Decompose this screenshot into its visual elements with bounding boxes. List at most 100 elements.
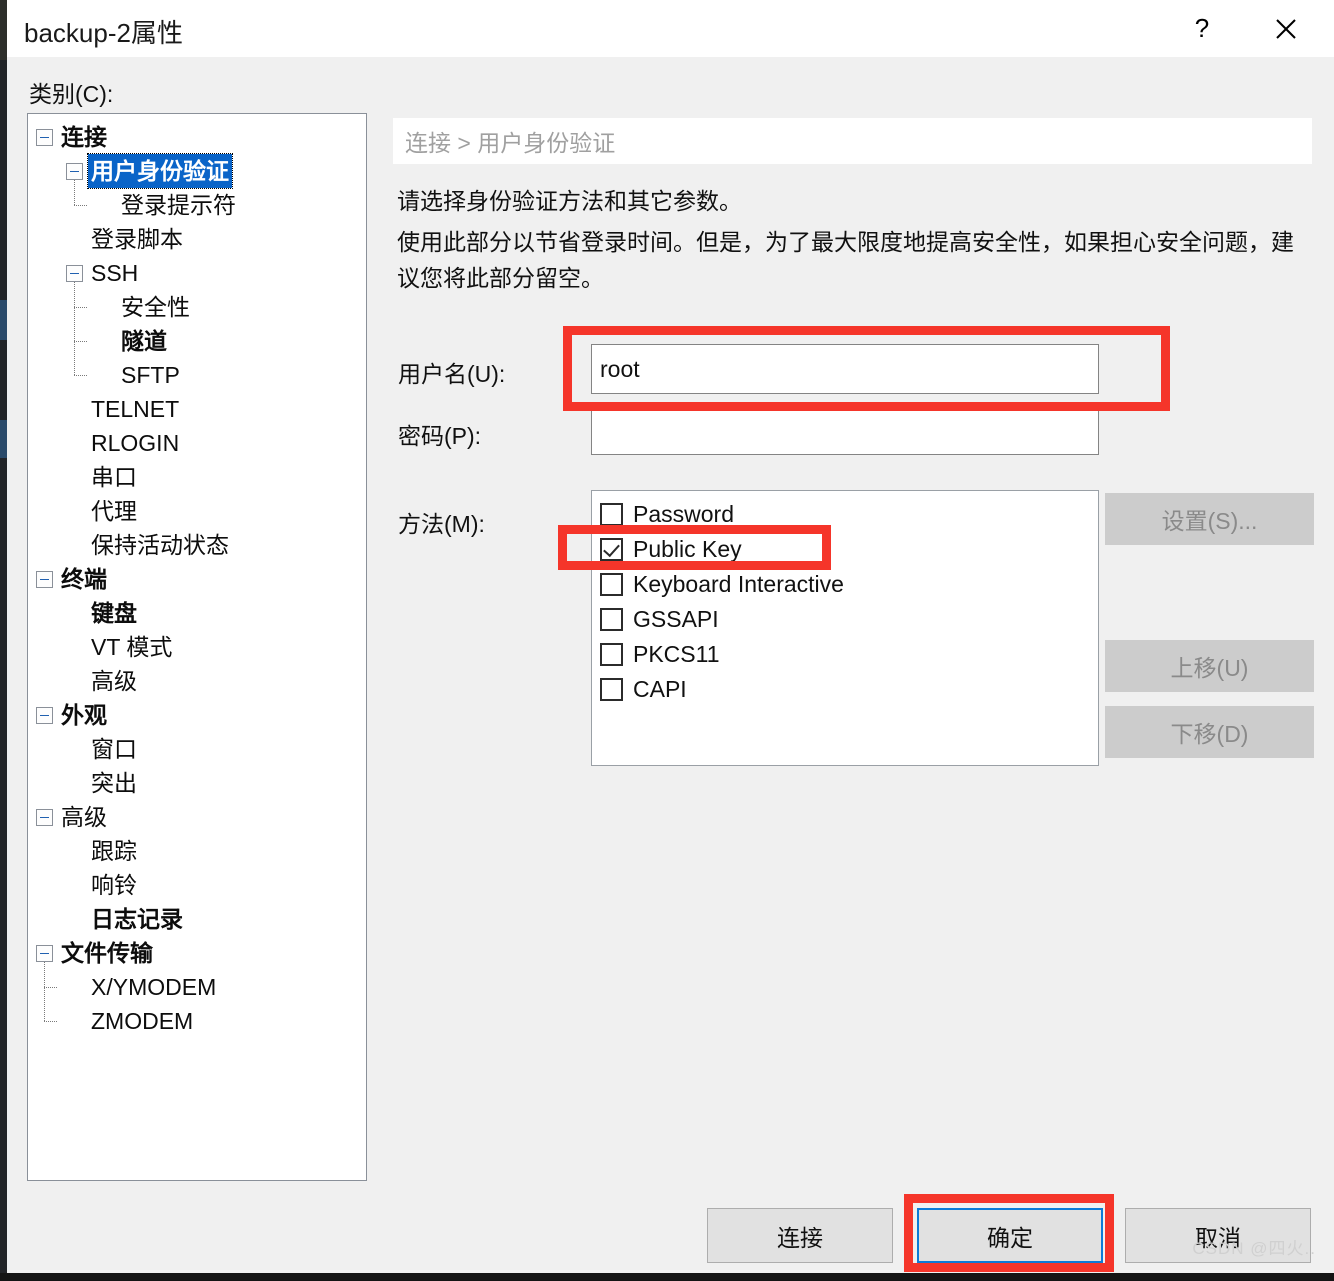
checkbox-pkcs11[interactable] (600, 643, 623, 666)
tree-expander-collapse-icon[interactable] (36, 570, 53, 588)
tree-item[interactable]: 连接 (28, 120, 366, 154)
checkbox-password[interactable] (600, 503, 623, 526)
help-icon[interactable]: ? (1162, 0, 1242, 57)
tree-item-label: TELNET (91, 396, 180, 422)
tree-item[interactable]: 突出 (28, 766, 366, 800)
settings-button[interactable]: 设置(S)... (1105, 493, 1314, 545)
tree-item[interactable]: 键盘 (28, 596, 366, 630)
tree-expander-collapse-icon[interactable] (36, 944, 53, 962)
tree-item[interactable]: 窗口 (28, 732, 366, 766)
tree-guide-line (74, 180, 76, 205)
tree-expander-collapse-icon[interactable] (36, 128, 53, 146)
tree-item[interactable]: 高级 (28, 800, 366, 834)
checkbox-public-key[interactable] (600, 538, 623, 561)
tree-item-label: RLOGIN (91, 430, 180, 456)
move-up-button[interactable]: 上移(U) (1105, 640, 1314, 692)
tree-item[interactable]: 代理 (28, 494, 366, 528)
tree-expander-collapse-icon[interactable] (36, 706, 53, 724)
tree-item-label: 连接 (61, 124, 107, 150)
background-strip (0, 300, 7, 340)
tree-guide-tick (74, 375, 87, 377)
checkbox-keyboard-interactive[interactable] (600, 573, 623, 596)
screen-root: backup-2属性 ? 类别(C): 连接 用户身份验证 登录提示符 登录脚本 SSH… (0, 0, 1334, 1281)
method-label: CAPI (633, 676, 687, 702)
description-line-2: 使用此部分以节省登录时间。但是，为了最大限度地提高安全性，如果担心安全问题，建议… (397, 229, 1294, 291)
tree-item-label: 跟踪 (91, 838, 137, 864)
breadcrumb-bar: 连接 > 用户身份验证 (393, 118, 1312, 164)
tree-guide-tick (74, 205, 87, 207)
method-label: PKCS11 (633, 641, 720, 667)
tree-item-label: ZMODEM (91, 1008, 194, 1034)
move-down-button[interactable]: 下移(D) (1105, 706, 1314, 758)
tree-guide-line (44, 962, 46, 1021)
method-row[interactable]: CAPI (592, 672, 1098, 707)
method-list[interactable]: Password Public Key Keyboard Interactive GS… (591, 490, 1099, 766)
tree-expander-collapse-icon[interactable] (36, 808, 53, 826)
method-row[interactable]: PKCS11 (592, 637, 1098, 672)
method-row[interactable]: GSSAPI (592, 602, 1098, 637)
tree-item[interactable]: 文件传输 (28, 936, 366, 970)
tree-item[interactable]: TELNET (28, 392, 366, 426)
tree-item[interactable]: RLOGIN (28, 426, 366, 460)
title-bar: backup-2属性 ? (7, 0, 1334, 57)
tree-item-label: 响铃 (91, 872, 137, 898)
username-input[interactable] (591, 344, 1099, 394)
tree-item[interactable]: SSH (28, 256, 366, 290)
method-row[interactable]: Password (592, 497, 1098, 532)
tree-expander-collapse-icon[interactable] (66, 264, 83, 282)
tree-item[interactable]: 日志记录 (28, 902, 366, 936)
tree-item[interactable]: 用户身份验证 (28, 153, 366, 189)
checkbox-gssapi[interactable] (600, 608, 623, 631)
tree-item-label: 代理 (91, 498, 137, 524)
tree-item-label: 高级 (91, 668, 137, 694)
tree-item-label: SFTP (121, 362, 180, 388)
tree-item[interactable]: 跟踪 (28, 834, 366, 868)
breadcrumb: 连接 > 用户身份验证 (405, 130, 616, 156)
tree-item[interactable]: 登录脚本 (28, 222, 366, 256)
checkbox-capi[interactable] (600, 678, 623, 701)
tree-item-label: SSH (91, 260, 139, 286)
method-label: 方法(M): (398, 511, 485, 537)
tree-expander-collapse-icon[interactable] (66, 162, 83, 180)
description-line-1: 请选择身份验证方法和其它参数。 (397, 188, 742, 214)
watermark: CSDN @四火.. (1192, 1239, 1316, 1258)
password-label: 密码(P): (398, 423, 482, 449)
tree-guide-tick (74, 307, 87, 309)
method-label: GSSAPI (633, 606, 719, 632)
close-icon[interactable] (1246, 0, 1326, 57)
tree-item[interactable]: 响铃 (28, 868, 366, 902)
category-tree-panel[interactable]: 连接 用户身份验证 登录提示符 登录脚本 SSH 安全性 隧道 SFTP TELNET RLOGI… (27, 113, 367, 1181)
method-row[interactable]: Public Key (592, 532, 1098, 567)
method-row[interactable]: Keyboard Interactive (592, 567, 1098, 602)
method-label: Keyboard Interactive (633, 571, 844, 597)
tree-item-label: 用户身份验证 (87, 153, 233, 189)
ok-button[interactable]: 确定 (917, 1208, 1103, 1263)
background-app-edge (0, 0, 7, 1281)
tree-item[interactable]: 高级 (28, 664, 366, 698)
tree-guide-line (74, 282, 76, 375)
tree-item[interactable]: 保持活动状态 (28, 528, 366, 562)
properties-dialog: backup-2属性 ? 类别(C): 连接 用户身份验证 登录提示符 登录脚本 SSH… (7, 0, 1334, 1273)
method-label: Password (633, 501, 734, 527)
background-app-bottom-edge (0, 1273, 1334, 1281)
tree-item[interactable]: 终端 (28, 562, 366, 596)
tree-item-label: X/YMODEM (91, 974, 217, 1000)
password-input[interactable] (591, 407, 1099, 455)
connect-button[interactable]: 连接 (707, 1208, 893, 1263)
tree-item-label: 安全性 (121, 294, 190, 320)
tree-item-label: 键盘 (91, 600, 137, 626)
tree-guide-tick (44, 987, 57, 989)
tree-item-label: 保持活动状态 (91, 532, 229, 558)
tree-item-label: 外观 (61, 702, 107, 728)
tree-item-label: 文件传输 (61, 940, 153, 966)
background-strip (0, 420, 7, 458)
tree-guide-tick (44, 1021, 57, 1023)
tree-item-label: VT 模式 (91, 634, 173, 660)
tree-item[interactable]: VT 模式 (28, 630, 366, 664)
tree-item-label: 窗口 (91, 736, 137, 762)
tree-item[interactable]: 外观 (28, 698, 366, 732)
tree-item-label: 高级 (61, 804, 107, 830)
tree-item[interactable]: X/YMODEM (28, 970, 366, 1004)
tree-item[interactable]: 串口 (28, 460, 366, 494)
tree-item[interactable]: ZMODEM (28, 1004, 366, 1038)
